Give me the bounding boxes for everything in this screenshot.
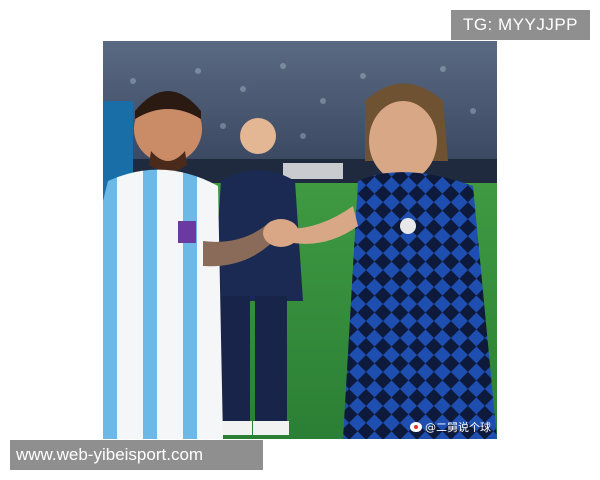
tg-handle-badge: TG: MYYJJPP [451, 10, 590, 40]
photo-watermark: @二舅说个球 [410, 419, 491, 435]
handshake [263, 219, 299, 247]
photo: @二舅说个球 [103, 41, 497, 439]
site-url-banner: www.web-yibeisport.com [10, 440, 263, 470]
weibo-icon [410, 422, 422, 432]
photo-watermark-text: @二舅说个球 [425, 421, 491, 434]
